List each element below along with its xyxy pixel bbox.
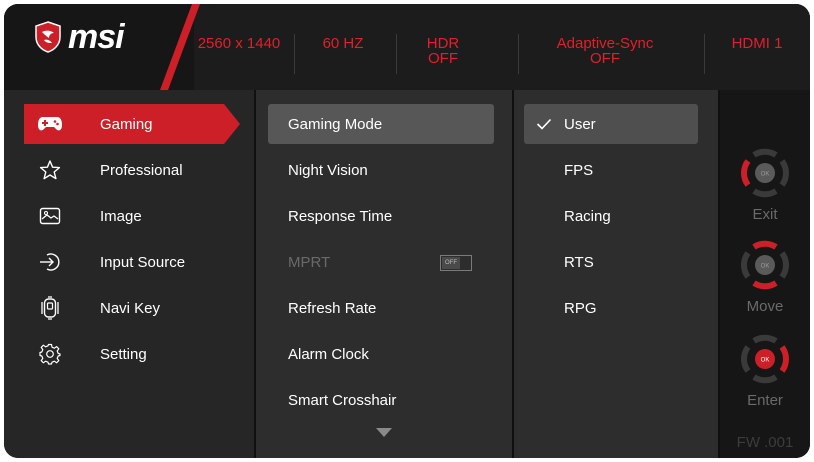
status-hdr-value: OFF [428,50,458,67]
status-refresh-rate: 60 HZ [300,36,386,76]
status-separator [294,34,295,74]
menu-item-navi-key[interactable]: Navi Key [24,288,240,328]
option-user[interactable]: User [524,104,698,144]
menu-label: Input Source [100,253,186,271]
submenu-item-smart-crosshair[interactable]: Smart Crosshair [268,380,494,420]
menu-item-gaming[interactable]: Gaming [24,104,240,144]
submenu-label: Refresh Rate [288,299,377,317]
image-icon [30,196,70,236]
navi-key-hints: OK Exit OK Move OK Enter FW .001 [720,90,810,458]
svg-text:OK: OK [761,172,770,178]
menu-item-image[interactable]: Image [24,196,240,236]
scroll-down-arrow-icon[interactable] [376,428,392,437]
status-refresh-rate-text: 60 HZ [322,35,364,52]
status-resolution-text: 2560 x 1440 [197,35,281,52]
gaming-mode-options: User FPS Racing RTS RPG [514,90,718,458]
status-separator [396,34,397,74]
submenu-item-night-vision[interactable]: Night Vision [268,150,494,190]
submenu-label: Smart Crosshair [288,391,397,409]
navi-key-enter-icon: OK [741,334,789,384]
checkmark-icon [536,118,558,130]
gear-icon [30,334,70,374]
option-label: User [564,115,596,133]
status-adaptive-sync: Adaptive-Sync OFF [530,36,680,76]
status-input: HDMI 1 [712,36,802,76]
svg-text:OK: OK [761,358,770,364]
menu-label: Setting [100,345,147,363]
gamepad-icon [30,104,70,144]
input-source-icon [30,242,70,282]
option-label: RPG [564,299,597,317]
menu-label: Professional [100,161,183,179]
main-menu: Gaming Professional Image Input Source N… [4,90,254,458]
navi-key-exit-icon: OK [741,148,789,198]
submenu-label: Alarm Clock [288,345,369,363]
toggle-state: OFF [442,257,460,269]
msi-logo: msi [34,18,125,56]
status-adaptive-sync-value: OFF [590,50,620,67]
mprt-toggle[interactable]: OFF [440,255,472,271]
submenu-label: Gaming Mode [288,115,383,133]
hint-exit-label: Exit [752,206,778,223]
monitor-osd: msi 2560 x 1440 60 HZ HDR OFF Adaptive-S… [0,0,814,462]
status-separator [704,34,705,74]
option-label: FPS [564,161,594,179]
option-rts[interactable]: RTS [524,242,698,282]
option-rpg[interactable]: RPG [524,288,698,328]
hint-move-label: Move [746,298,784,315]
gaming-submenu: Gaming Mode Night Vision Response Time M… [256,90,512,458]
firmware-version: FW .001 [736,434,794,451]
submenu-label: Response Time [288,207,393,225]
option-label: Racing [564,207,611,225]
menu-label: Image [100,207,142,225]
status-hdr: HDR OFF [400,36,486,76]
status-adaptive-sync-label: Adaptive-Sync [556,35,654,52]
option-racing[interactable]: Racing [524,196,698,236]
menu-label: Navi Key [100,299,161,317]
dragon-shield-icon [35,21,61,53]
svg-text:OK: OK [761,264,770,270]
menu-item-professional[interactable]: Professional [24,150,240,190]
submenu-item-alarm-clock[interactable]: Alarm Clock [268,334,494,374]
star-icon [30,150,70,190]
header-divider-slash [160,4,200,90]
navi-key-move-icon: OK [741,240,789,290]
menu-label: Gaming [100,115,153,133]
hint-enter-label: Enter [747,392,783,409]
brand-name: msi [68,18,125,56]
status-resolution: 2560 x 1440 [196,36,282,76]
status-input-text: HDMI 1 [731,35,783,52]
submenu-item-mprt[interactable]: MPRT OFF [268,242,494,282]
submenu-label: Night Vision [288,161,368,179]
status-separator [518,34,519,74]
submenu-item-gaming-mode[interactable]: Gaming Mode [268,104,494,144]
submenu-item-refresh-rate[interactable]: Refresh Rate [268,288,494,328]
option-fps[interactable]: FPS [524,150,698,190]
option-label: RTS [564,253,594,271]
menu-item-setting[interactable]: Setting [24,334,240,374]
submenu-item-response-time[interactable]: Response Time [268,196,494,236]
submenu-label: MPRT [288,253,331,271]
menu-item-input-source[interactable]: Input Source [24,242,240,282]
status-hdr-label: HDR [426,35,460,52]
navi-key-icon [30,288,70,328]
